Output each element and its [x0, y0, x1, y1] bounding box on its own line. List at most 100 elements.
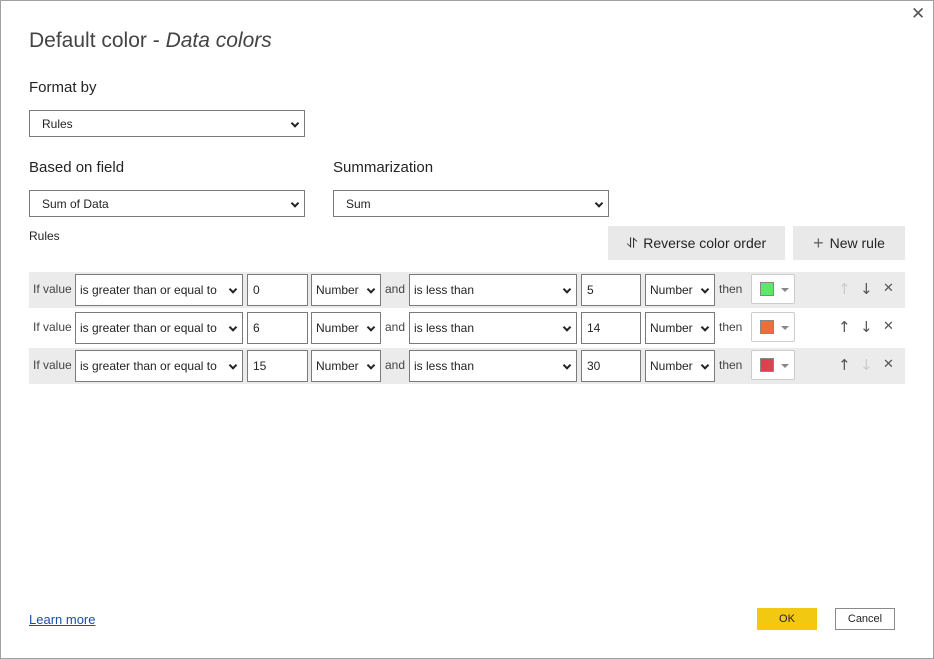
condition-1-select[interactable]: is greater than or equal to — [75, 312, 243, 344]
based-on-field-value: Sum of Data — [42, 196, 109, 211]
cancel-button[interactable]: Cancel — [835, 608, 895, 630]
then-label: then — [719, 320, 743, 334]
value-1-text: 0 — [253, 283, 260, 297]
and-label: and — [385, 320, 406, 334]
delete-rule-icon[interactable]: ✕ — [883, 319, 894, 334]
value-1-input[interactable]: 0 — [247, 274, 308, 306]
chevron-down-icon — [366, 323, 376, 332]
chevron-down-icon — [700, 323, 710, 332]
type-1-value: Number — [316, 359, 359, 373]
chevron-down-icon — [366, 361, 376, 370]
reverse-label: Reverse color order — [643, 235, 767, 251]
condition-1-select[interactable]: is greater than or equal to — [75, 274, 243, 306]
chevron-down-icon — [290, 118, 300, 128]
title-main: Default color - — [29, 29, 166, 52]
delete-rule-icon[interactable]: ✕ — [883, 281, 894, 296]
condition-2-value: is less than — [414, 359, 475, 373]
condition-1-select[interactable]: is greater than or equal to — [75, 350, 243, 382]
value-2-text: 14 — [587, 321, 601, 335]
rules-label: Rules — [29, 229, 60, 243]
value-1-text: 15 — [253, 359, 267, 373]
move-up-icon[interactable]: ↑ — [838, 280, 851, 298]
chevron-down-icon — [228, 361, 238, 370]
condition-2-select[interactable]: is less than — [409, 350, 577, 382]
color-swatch — [760, 320, 774, 334]
based-on-field-label: Based on field — [29, 159, 125, 176]
type-2-select[interactable]: Number — [645, 274, 715, 306]
summarization-label: Summarization — [333, 159, 434, 176]
format-by-label: Format by — [29, 79, 97, 96]
close-icon[interactable]: ✕ — [911, 4, 925, 24]
move-up-icon[interactable]: ↑ — [838, 318, 851, 336]
type-1-value: Number — [316, 283, 359, 297]
value-2-input[interactable]: 30 — [581, 350, 641, 382]
chevron-down-icon — [228, 285, 238, 294]
caret-down-icon — [781, 364, 789, 368]
caret-down-icon — [781, 326, 789, 330]
sort-arrows-icon: ⥯ — [626, 234, 638, 251]
rule-row: If value is greater than or equal to 6 N… — [29, 310, 905, 346]
move-down-icon[interactable]: ↓ — [860, 280, 873, 298]
learn-more-link[interactable]: Learn more — [29, 612, 95, 627]
type-1-select[interactable]: Number — [311, 312, 381, 344]
summarization-value: Sum — [346, 196, 371, 211]
type-1-select[interactable]: Number — [311, 274, 381, 306]
reverse-color-order-button[interactable]: ⥯ Reverse color order — [608, 226, 785, 260]
summarization-select[interactable]: Sum — [333, 190, 609, 217]
value-2-input[interactable]: 14 — [581, 312, 641, 344]
type-1-select[interactable]: Number — [311, 350, 381, 382]
then-label: then — [719, 282, 743, 296]
based-on-field-select[interactable]: Sum of Data — [29, 190, 305, 217]
chevron-down-icon — [366, 285, 376, 294]
color-picker[interactable] — [751, 312, 795, 342]
and-label: and — [385, 282, 406, 296]
value-2-input[interactable]: 5 — [581, 274, 641, 306]
condition-2-select[interactable]: is less than — [409, 312, 577, 344]
rule-row: If value is greater than or equal to 0 N… — [29, 272, 905, 308]
type-2-select[interactable]: Number — [645, 350, 715, 382]
value-1-input[interactable]: 6 — [247, 312, 308, 344]
format-by-select[interactable]: Rules — [29, 110, 305, 137]
move-down-icon[interactable]: ↓ — [860, 356, 873, 374]
move-up-icon[interactable]: ↑ — [838, 356, 851, 374]
condition-2-value: is less than — [414, 321, 475, 335]
chevron-down-icon — [562, 361, 572, 370]
type-1-value: Number — [316, 321, 359, 335]
value-1-input[interactable]: 15 — [247, 350, 308, 382]
color-picker[interactable] — [751, 350, 795, 380]
color-swatch — [760, 282, 774, 296]
chevron-down-icon — [700, 285, 710, 294]
title-italic: Data colors — [165, 29, 272, 52]
caret-down-icon — [781, 288, 789, 292]
chevron-down-icon — [594, 198, 604, 208]
value-2-text: 30 — [587, 359, 601, 373]
if-value-label: If value — [33, 320, 72, 334]
new-rule-button[interactable]: + New rule — [793, 226, 905, 260]
delete-rule-icon[interactable]: ✕ — [883, 357, 894, 372]
condition-1-value: is greater than or equal to — [80, 359, 217, 373]
condition-2-value: is less than — [414, 283, 475, 297]
condition-1-value: is greater than or equal to — [80, 321, 217, 335]
and-label: and — [385, 358, 406, 372]
if-value-label: If value — [33, 282, 72, 296]
condition-1-value: is greater than or equal to — [80, 283, 217, 297]
value-2-text: 5 — [587, 283, 594, 297]
move-down-icon[interactable]: ↓ — [860, 318, 873, 336]
type-2-value: Number — [650, 359, 693, 373]
type-2-value: Number — [650, 283, 693, 297]
chevron-down-icon — [700, 361, 710, 370]
chevron-down-icon — [290, 198, 300, 208]
then-label: then — [719, 358, 743, 372]
format-by-value: Rules — [42, 116, 73, 131]
type-2-select[interactable]: Number — [645, 312, 715, 344]
color-picker[interactable] — [751, 274, 795, 304]
color-swatch — [760, 358, 774, 372]
value-1-text: 6 — [253, 321, 260, 335]
chevron-down-icon — [562, 323, 572, 332]
rule-row: If value is greater than or equal to 15 … — [29, 348, 905, 384]
type-2-value: Number — [650, 321, 693, 335]
condition-2-select[interactable]: is less than — [409, 274, 577, 306]
dialog-title: Default color - Data colors — [29, 29, 272, 53]
new-rule-label: New rule — [829, 235, 885, 251]
ok-button[interactable]: OK — [757, 608, 817, 630]
